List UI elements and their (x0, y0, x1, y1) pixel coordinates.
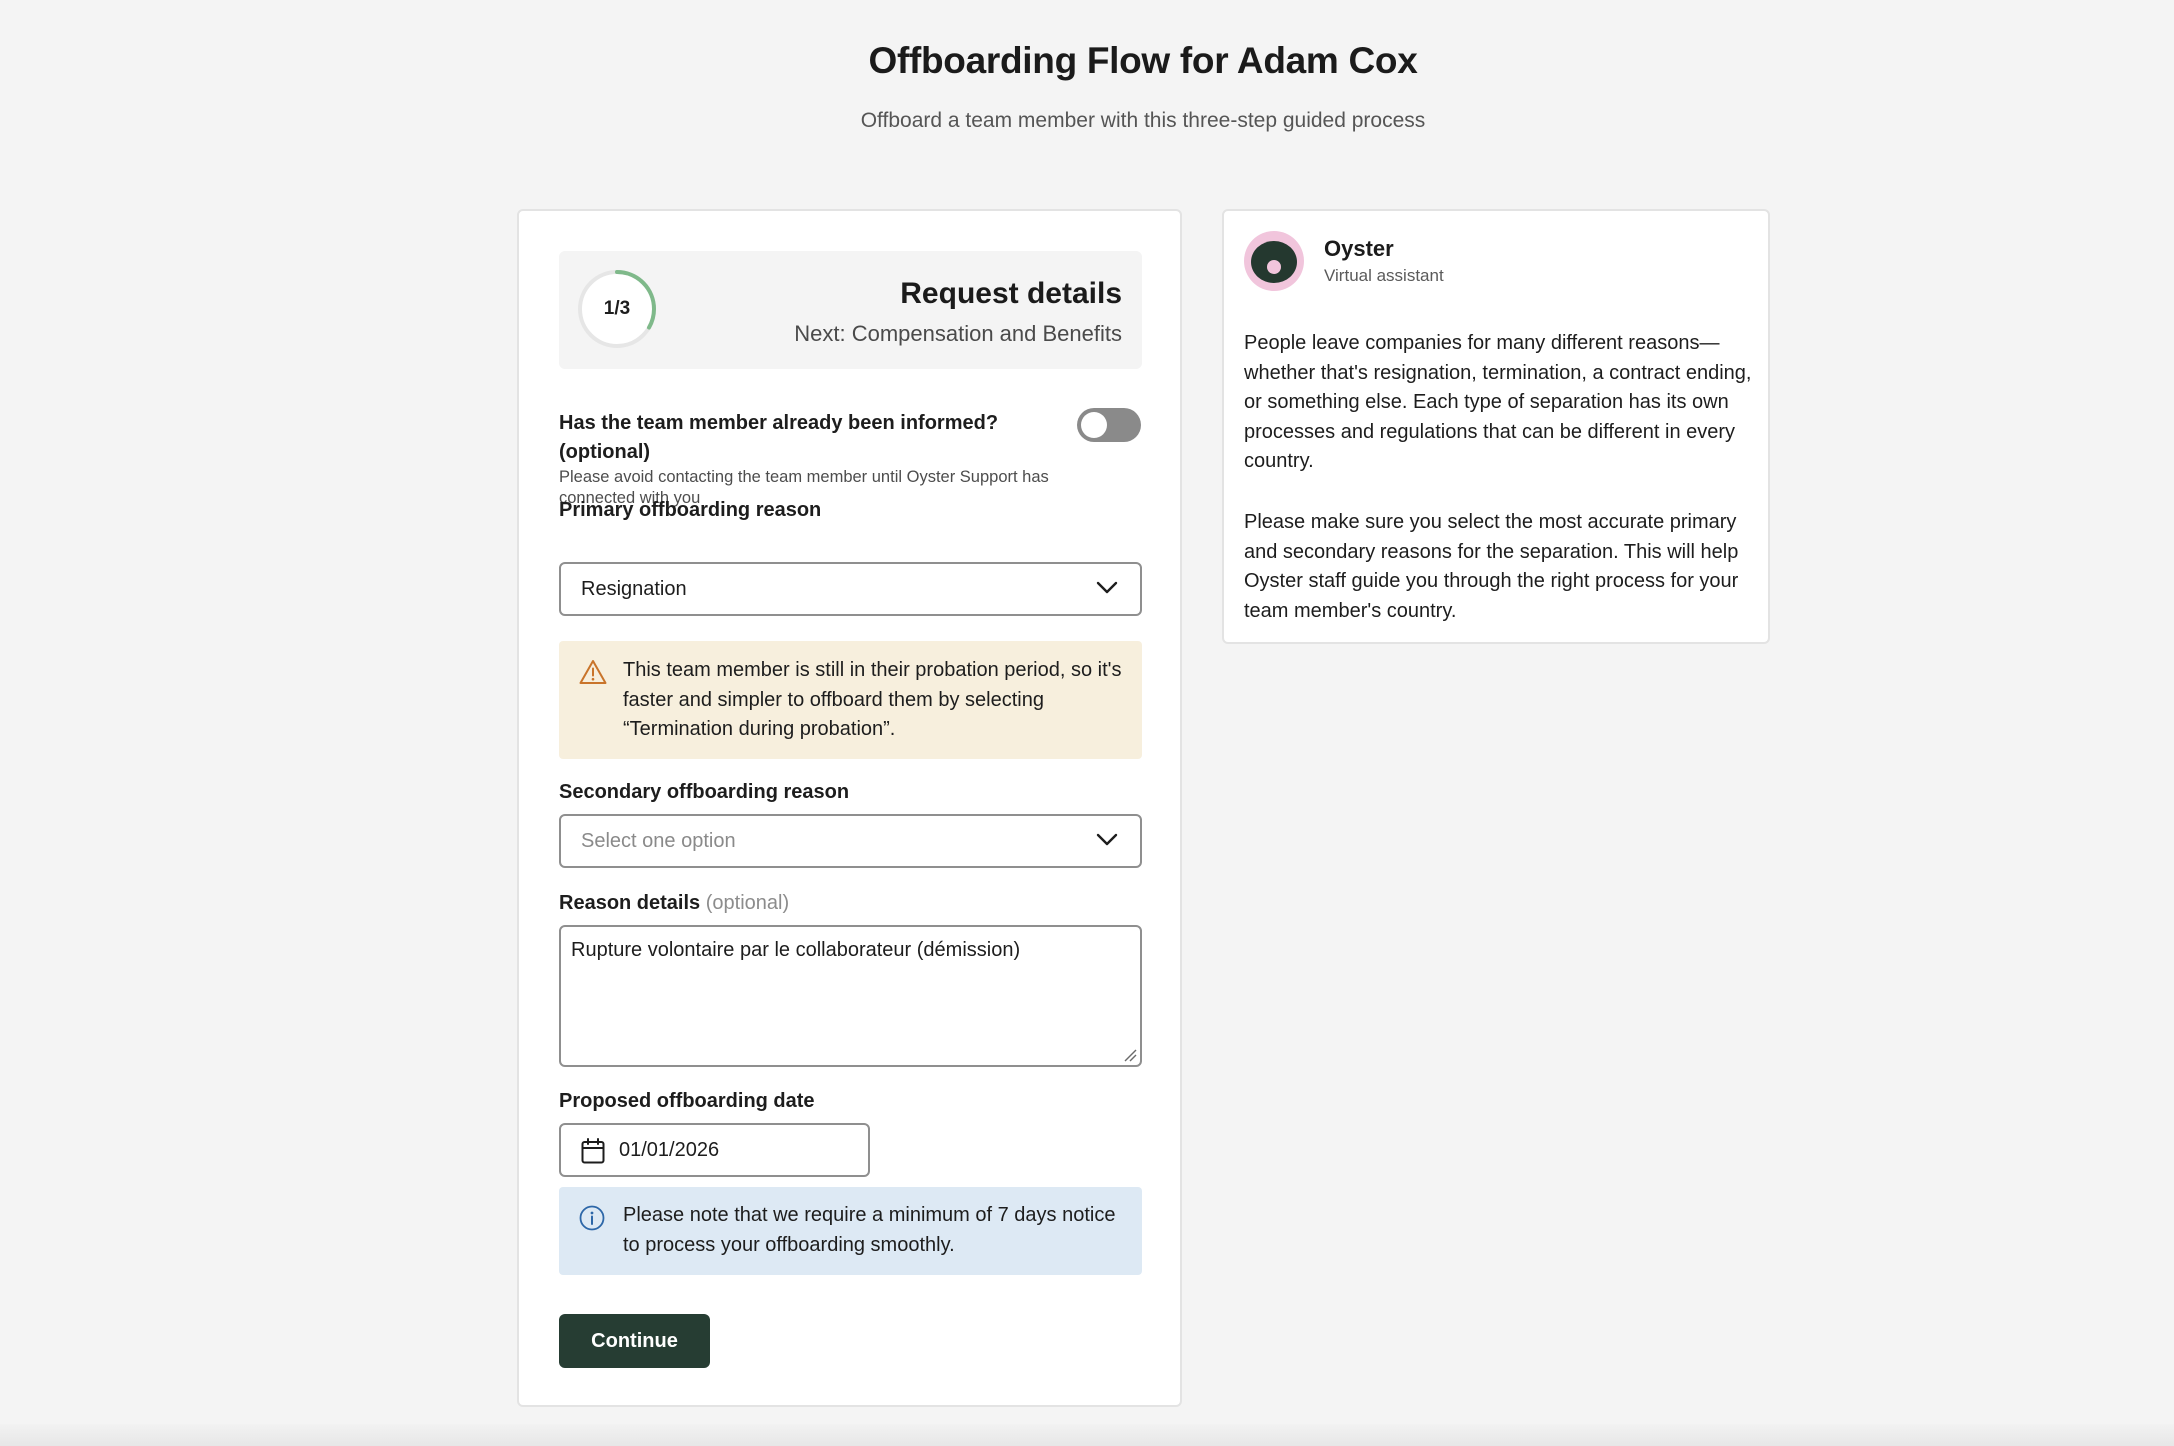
info-icon (579, 1205, 605, 1231)
chevron-down-icon (1096, 833, 1118, 846)
offboarding-form-card: 1/3 Request details Next: Compensation a… (517, 209, 1182, 1407)
step-header: 1/3 Request details Next: Compensation a… (559, 251, 1142, 369)
assistant-card: Oyster Virtual assistant People leave co… (1222, 209, 1770, 644)
assistant-role: Virtual assistant (1324, 266, 1444, 285)
assistant-message-1: People leave companies for many differen… (1244, 332, 1752, 472)
primary-reason-select[interactable]: Resignation (559, 562, 1142, 616)
page-title: Offboarding Flow for Adam Cox (868, 40, 1418, 81)
toggle-knob (1081, 412, 1107, 438)
step-counter: 1/3 (603, 298, 631, 319)
assistant-message-2: Please make sure you select the most acc… (1244, 511, 1739, 622)
offboarding-date-value: 01/01/2026 (619, 1139, 720, 1161)
bottom-edge (0, 1424, 2174, 1446)
offboarding-page: Offboarding Flow for Adam Cox Offboard a… (0, 0, 2174, 1446)
informed-question: Has the team member already been informe… (559, 412, 999, 463)
warning-triangle-icon (579, 660, 607, 684)
page-subtitle: Offboard a team member with this three-s… (860, 109, 1426, 132)
next-step-label: Next: Compensation and Benefits (794, 321, 1122, 346)
reason-details-textarea[interactable]: Rupture volontaire par le collaborateur … (559, 925, 1142, 1067)
calendar-icon (581, 1138, 605, 1164)
offboarding-date-input[interactable]: 01/01/2026 (559, 1123, 870, 1177)
optional-tag: (optional) (705, 892, 790, 914)
warning-text: This team member is still in their proba… (623, 659, 1122, 740)
probation-warning: This team member is still in their proba… (559, 641, 1142, 759)
continue-button[interactable]: Continue (559, 1314, 710, 1368)
secondary-reason-placeholder: Select one option (581, 830, 736, 852)
reason-details-label: Reason details (optional) (559, 892, 789, 915)
informed-toggle[interactable] (1077, 408, 1141, 442)
resize-grip-icon[interactable] (1122, 1047, 1138, 1063)
secondary-reason-label: Secondary offboarding reason (559, 781, 850, 803)
reason-details-label-text: Reason details (559, 892, 701, 914)
chevron-down-icon (1096, 581, 1118, 594)
step-title: Request details (900, 277, 1122, 310)
primary-reason-value: Resignation (581, 578, 687, 600)
assistant-name: Oyster (1324, 236, 1394, 261)
reason-details-value: Rupture volontaire par le collaborateur … (571, 939, 1021, 961)
notice-text: Please note that we require a minimum of… (623, 1204, 1116, 1256)
offboarding-date-label: Proposed offboarding date (559, 1090, 815, 1112)
oyster-avatar-icon (1244, 231, 1304, 291)
secondary-reason-select[interactable]: Select one option (559, 814, 1142, 868)
notice-info-box: Please note that we require a minimum of… (559, 1187, 1142, 1275)
primary-reason-label: Primary offboarding reason (559, 499, 822, 521)
